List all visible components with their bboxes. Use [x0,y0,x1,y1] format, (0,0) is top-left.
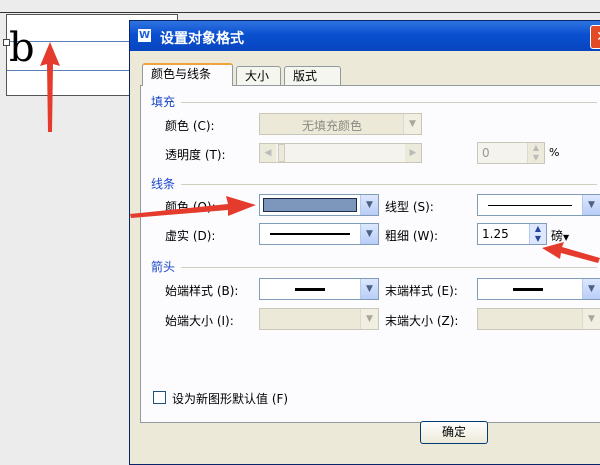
begin-style-dropdown[interactable]: ▼ [259,278,379,300]
format-object-dialog: W 设置对象格式 ✕ 颜色与线条 大小 版式 填充 颜色 (C): 无填充颜色 … [129,20,600,465]
spin-up-icon: ▲ [532,143,540,152]
fill-section-title: 填充 [151,95,176,109]
weight-value: 1.25 [482,227,509,241]
chevron-down-icon: ▼ [360,224,378,244]
line-section-title: 线条 [151,177,176,191]
dash-label: 虚实 (D): [165,229,216,243]
dialog-titlebar[interactable]: W 设置对象格式 ✕ [130,21,600,51]
chevron-down-icon: ▼ [360,309,378,329]
spin-down-icon: ▼ [532,153,540,162]
end-size-dropdown[interactable]: ▼ [477,308,600,330]
app-icon: W [138,29,151,42]
tab-panel: 填充 颜色 (C): 无填充颜色 ▼ 透明度 (T): ◀ ▶ 0 ▲ ▼ % 线… [140,85,600,423]
transparency-slider[interactable]: ◀ ▶ [259,143,422,163]
chevron-right-icon: ▶ [405,144,421,162]
spinner-buttons[interactable]: ▲ ▼ [527,143,544,163]
chevron-down-icon: ▼ [360,195,378,215]
begin-style-label: 始端样式 (B): [165,284,239,298]
line-color-dropdown[interactable]: ▼ [259,194,379,216]
arrows-section-title: 箭头 [151,260,176,274]
tab-size[interactable]: 大小 [236,66,281,85]
divider [181,267,597,268]
divider [181,184,597,185]
end-style-dropdown[interactable]: ▼ [477,278,600,300]
chevron-down-icon: ▼ [582,309,600,329]
end-style-label: 末端样式 (E): [385,284,458,298]
set-default-label: 设为新图形默认值 (F) [172,392,289,406]
transparency-value: 0 [482,146,490,160]
chevron-down-icon: ▼ [582,195,600,215]
chevron-down-icon: ▼ [403,114,421,134]
document-border [0,12,600,13]
fill-color-dropdown[interactable]: 无填充颜色 ▼ [259,113,422,135]
dash-dropdown[interactable]: ▼ [259,223,379,245]
annotation-arrow-up-icon [40,42,60,132]
transparency-label: 透明度 (T): [165,148,226,162]
document-letter: b [9,25,35,71]
fill-color-value: 无填充颜色 [301,119,362,133]
end-style-sample [513,288,543,291]
line-style-dropdown[interactable]: ▼ [477,194,600,216]
close-icon: ✕ [596,29,600,45]
tab-layout[interactable]: 版式 [284,66,341,85]
chevron-down-icon: ▼ [582,279,600,299]
annotation-arrow-left-icon [542,242,600,263]
begin-size-dropdown[interactable]: ▼ [259,308,379,330]
spin-up-icon: ▲ [534,224,542,233]
close-button[interactable]: ✕ [590,25,600,49]
set-default-checkbox[interactable] [153,391,166,404]
dialog-title: 设置对象格式 [160,31,244,47]
percent-sign: % [549,146,560,159]
weight-label: 粗细 (W): [385,229,439,243]
ok-button[interactable]: 确定 [420,421,488,444]
weight-spinner[interactable]: 1.25 ▲ ▼ [477,223,547,245]
tab-color-and-lines[interactable]: 颜色与线条 [142,63,233,86]
line-color-swatch [263,198,357,212]
transparency-spinner[interactable]: 0 ▲ ▼ [477,142,545,164]
line-style-sample [488,205,572,206]
begin-style-sample [295,288,325,291]
divider [181,102,597,103]
dash-sample [270,233,350,235]
line-style-label: 线型 (S): [385,200,434,214]
fill-color-label: 颜色 (C): [165,119,215,133]
begin-size-label: 始端大小 (I): [165,314,234,328]
chevron-left-icon: ◀ [260,144,276,162]
slider-thumb[interactable] [278,144,285,162]
end-size-label: 末端大小 (Z): [385,314,459,328]
chevron-down-icon: ▼ [360,279,378,299]
annotation-arrow-right-icon [130,196,256,218]
